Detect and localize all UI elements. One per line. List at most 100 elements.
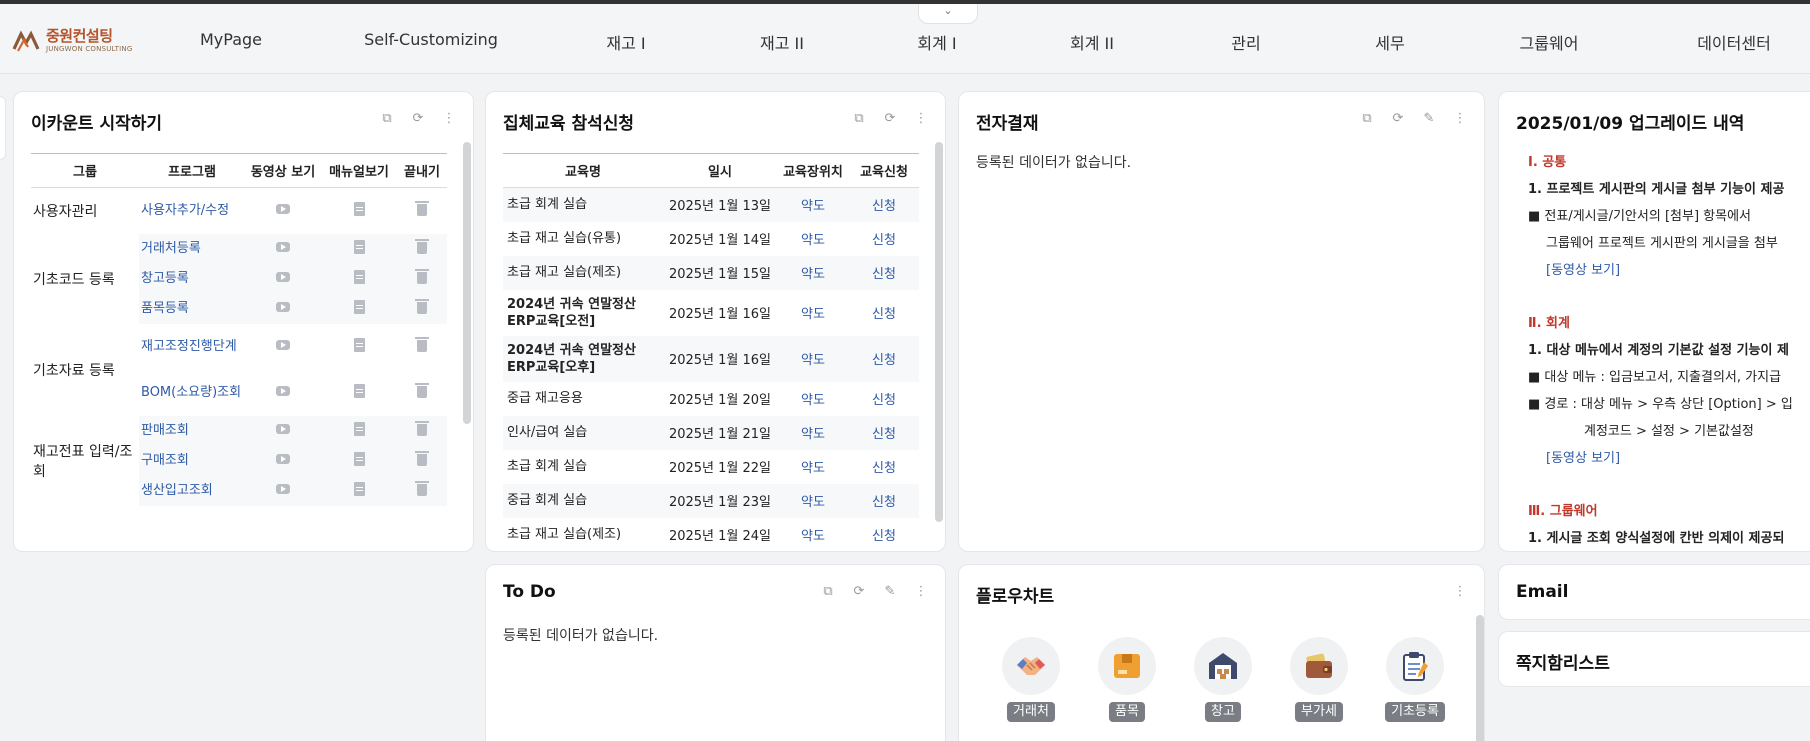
flow-item-label: 부가세 bbox=[1295, 702, 1343, 722]
trash-icon[interactable] bbox=[415, 382, 429, 398]
nav-data-center[interactable]: 데이터센터 bbox=[1697, 30, 1771, 54]
flow-item-product[interactable]: 품목 bbox=[1092, 637, 1162, 722]
company-logo[interactable]: 중원컨설팅 JUNGWON CONSULTING bbox=[12, 24, 142, 58]
more-options-icon[interactable]: ⋮ bbox=[911, 583, 931, 601]
refresh-icon[interactable]: ⟳ bbox=[408, 110, 428, 128]
video-play-icon[interactable] bbox=[276, 454, 290, 464]
map-link[interactable]: 약도 bbox=[777, 335, 849, 382]
flow-item-basic-registration[interactable]: 기초등록 bbox=[1380, 637, 1450, 722]
nav-inventory-1[interactable]: 재고 I bbox=[606, 30, 645, 54]
apply-link[interactable]: 신청 bbox=[849, 382, 919, 416]
manual-document-icon[interactable] bbox=[353, 269, 365, 284]
more-options-icon[interactable]: ⋮ bbox=[1450, 583, 1470, 601]
panel-getting-started: 이카운트 시작하기 ⧉ ⟳ ⋮ 그룹 프로그램 동영상 보기 매뉴얼보기 끝내기… bbox=[13, 91, 474, 552]
nav-accounting-1[interactable]: 회계 I bbox=[917, 30, 956, 54]
refresh-icon[interactable]: ⟳ bbox=[849, 583, 869, 601]
manual-document-icon[interactable] bbox=[353, 337, 365, 352]
nav-management[interactable]: 관리 bbox=[1231, 30, 1260, 54]
scrollbar[interactable] bbox=[463, 142, 471, 424]
map-link[interactable]: 약도 bbox=[777, 415, 849, 450]
video-play-icon[interactable] bbox=[276, 424, 290, 434]
warehouse-icon bbox=[1209, 653, 1237, 679]
nav-self-customizing[interactable]: Self-Customizing bbox=[364, 30, 498, 49]
trash-icon[interactable] bbox=[415, 336, 429, 352]
manual-document-icon[interactable] bbox=[353, 451, 365, 466]
scrollbar[interactable] bbox=[935, 142, 943, 522]
map-link[interactable]: 약도 bbox=[777, 222, 849, 256]
apply-link[interactable]: 신청 bbox=[849, 290, 919, 336]
video-link[interactable]: [동영상 보기] bbox=[1546, 263, 1620, 278]
scrollbar[interactable] bbox=[1476, 615, 1484, 741]
manual-document-icon[interactable] bbox=[353, 421, 365, 436]
apply-link[interactable]: 신청 bbox=[849, 335, 919, 382]
write-new-icon[interactable]: ✎ bbox=[1419, 110, 1439, 128]
map-link[interactable]: 약도 bbox=[777, 255, 849, 290]
apply-link[interactable]: 신청 bbox=[849, 450, 919, 484]
trash-icon[interactable] bbox=[415, 480, 429, 496]
nav-accounting-2[interactable]: 회계 II bbox=[1070, 30, 1114, 54]
refresh-icon[interactable]: ⟳ bbox=[1388, 110, 1408, 128]
col-group: 그룹 bbox=[31, 153, 139, 188]
video-play-icon[interactable] bbox=[276, 340, 290, 350]
refresh-icon[interactable]: ⟳ bbox=[880, 110, 900, 128]
program-link[interactable]: 창고등록 bbox=[141, 271, 189, 286]
map-link[interactable]: 약도 bbox=[777, 518, 849, 552]
map-link[interactable]: 약도 bbox=[777, 483, 849, 518]
map-link[interactable]: 약도 bbox=[777, 290, 849, 336]
video-play-icon[interactable] bbox=[276, 302, 290, 312]
left-side-tab[interactable] bbox=[0, 96, 6, 160]
program-link[interactable]: 품목등록 bbox=[141, 301, 189, 316]
flow-item-vat[interactable]: 부가세 bbox=[1284, 637, 1354, 722]
trash-icon[interactable] bbox=[415, 200, 429, 216]
trash-icon[interactable] bbox=[415, 450, 429, 466]
open-new-window-icon[interactable]: ⧉ bbox=[818, 583, 838, 601]
video-play-icon[interactable] bbox=[276, 272, 290, 282]
manual-document-icon[interactable] bbox=[353, 299, 365, 314]
map-link[interactable]: 약도 bbox=[777, 382, 849, 416]
open-new-window-icon[interactable]: ⧉ bbox=[377, 110, 397, 128]
program-link[interactable]: 사용자추가/수정 bbox=[141, 203, 229, 218]
apply-link[interactable]: 신청 bbox=[849, 187, 919, 222]
program-link[interactable]: 거래처등록 bbox=[141, 241, 201, 256]
table-row: 재고전표 입력/조회 판매조회 bbox=[31, 415, 447, 480]
video-play-icon[interactable] bbox=[276, 386, 290, 396]
flow-item-customer[interactable]: 거래처 bbox=[996, 637, 1066, 722]
program-link[interactable]: 판매조회 bbox=[141, 423, 189, 438]
more-options-icon[interactable]: ⋮ bbox=[911, 110, 931, 128]
map-link[interactable]: 약도 bbox=[777, 187, 849, 222]
apply-link[interactable]: 신청 bbox=[849, 222, 919, 256]
apply-link[interactable]: 신청 bbox=[849, 255, 919, 290]
manual-document-icon[interactable] bbox=[353, 383, 365, 398]
program-link[interactable]: 구매조회 bbox=[141, 453, 189, 468]
nav-inventory-2[interactable]: 재고 II bbox=[760, 30, 804, 54]
program-link[interactable]: 생산입고조회 bbox=[141, 483, 213, 498]
more-options-icon[interactable]: ⋮ bbox=[439, 110, 459, 128]
nav-groupware[interactable]: 그룹웨어 bbox=[1520, 30, 1579, 54]
manual-document-icon[interactable] bbox=[353, 239, 365, 254]
apply-link[interactable]: 신청 bbox=[849, 483, 919, 518]
nav-tax[interactable]: 세무 bbox=[1375, 30, 1404, 54]
header-collapse-toggle[interactable]: ⌄ bbox=[918, 4, 978, 24]
open-new-window-icon[interactable]: ⧉ bbox=[1357, 110, 1377, 128]
apply-link[interactable]: 신청 bbox=[849, 415, 919, 450]
manual-document-icon[interactable] bbox=[353, 201, 365, 216]
manual-document-icon[interactable] bbox=[353, 481, 365, 496]
flow-item-warehouse[interactable]: 창고 bbox=[1188, 637, 1258, 722]
video-link[interactable]: [동영상 보기] bbox=[1546, 451, 1620, 466]
program-link[interactable]: BOM(소요량)조회 bbox=[141, 385, 241, 400]
trash-icon[interactable] bbox=[415, 238, 429, 254]
video-play-icon[interactable] bbox=[276, 204, 290, 215]
more-options-icon[interactable]: ⋮ bbox=[1450, 110, 1470, 128]
trash-icon[interactable] bbox=[415, 420, 429, 436]
trash-icon[interactable] bbox=[415, 298, 429, 314]
map-link[interactable]: 약도 bbox=[777, 450, 849, 484]
program-link[interactable]: 재고조정진행단계 bbox=[141, 339, 237, 354]
table-row: 사용자관리 사용자추가/수정 bbox=[31, 188, 447, 234]
nav-mypage[interactable]: MyPage bbox=[200, 30, 262, 49]
open-new-window-icon[interactable]: ⧉ bbox=[849, 110, 869, 128]
apply-link[interactable]: 신청 bbox=[849, 518, 919, 552]
trash-icon[interactable] bbox=[415, 268, 429, 284]
video-play-icon[interactable] bbox=[276, 484, 290, 494]
write-new-icon[interactable]: ✎ bbox=[880, 583, 900, 601]
video-play-icon[interactable] bbox=[276, 242, 290, 252]
